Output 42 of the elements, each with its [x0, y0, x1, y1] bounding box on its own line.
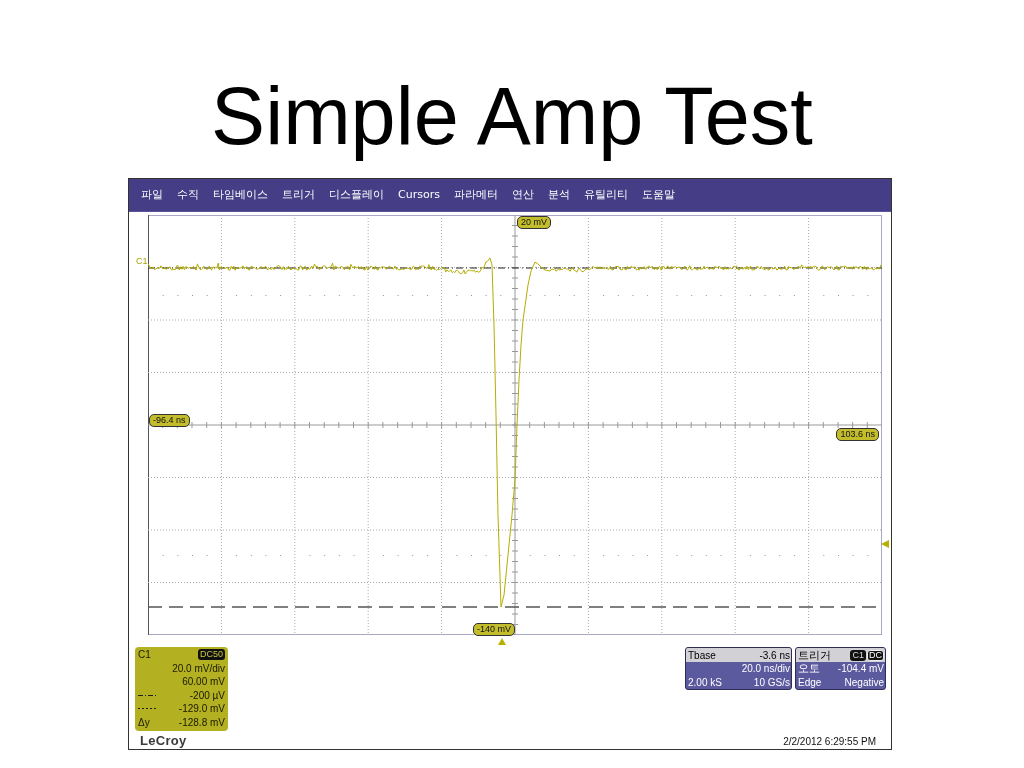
trigger-type: Edge	[798, 675, 822, 689]
trigger-title: 트리거	[798, 648, 831, 662]
menu-item[interactable]: 연산	[511, 188, 534, 202]
trace-label: C1	[136, 256, 148, 266]
up-triangle-icon	[498, 638, 506, 645]
coupling-tag: DC50	[198, 649, 225, 661]
dash-dot-line-icon	[138, 693, 158, 697]
menu-item[interactable]: 도움말	[641, 188, 675, 202]
menu-item[interactable]: 디스플레이	[329, 188, 384, 202]
menu-item[interactable]: 파일	[141, 188, 163, 202]
cursor-readout: 103.6 ns	[836, 428, 879, 441]
channel-reading: -129.0 mV	[178, 702, 225, 716]
channel-name: C1	[138, 648, 151, 662]
trigger-level: -104.4 mV	[837, 662, 884, 676]
timestamp: 2/2/2012 6:29:55 PM	[783, 736, 876, 748]
menu-item[interactable]: 파라메터	[453, 188, 498, 202]
menu-item[interactable]: 트리거	[282, 188, 315, 202]
menu-item[interactable]: Cursors	[398, 188, 440, 202]
timebase-title: Tbase	[688, 648, 716, 662]
trigger-slope: Negative	[844, 675, 884, 689]
channel-reading: -128.8 mV	[178, 715, 225, 729]
menu-item[interactable]: 수직	[177, 188, 199, 202]
trigger-source-tag: C1	[850, 649, 866, 661]
timebase-delay: -3.6 ns	[759, 648, 790, 662]
trigger-coupling-tag: DC	[867, 649, 884, 661]
channel-reading: -200 µV	[189, 688, 225, 702]
cursor-readout: 20 mV	[517, 216, 551, 229]
logo-text: LeCroy	[140, 734, 187, 748]
menu-item[interactable]: 분석	[547, 188, 570, 202]
cursor-readout: -96.4 ns	[149, 414, 190, 427]
dotted-line-icon	[138, 707, 158, 711]
delta-label: Δy	[138, 715, 150, 729]
trigger-mode: 오토	[798, 662, 820, 676]
sample-rate: 10 GS/s	[753, 675, 790, 689]
channel-reading: 20.0 mV/div	[172, 661, 225, 675]
time-per-division: 20.0 ns/div	[741, 662, 790, 676]
left-triangle-icon	[881, 540, 889, 548]
channel-reading: 60.00 mV	[182, 675, 225, 689]
sample-count: 2.00 kS	[688, 675, 722, 689]
cursor-readout: -140 mV	[473, 623, 515, 636]
menu-item[interactable]: 타임베이스	[213, 188, 268, 202]
menu-item[interactable]: 유틸리티	[583, 188, 628, 202]
